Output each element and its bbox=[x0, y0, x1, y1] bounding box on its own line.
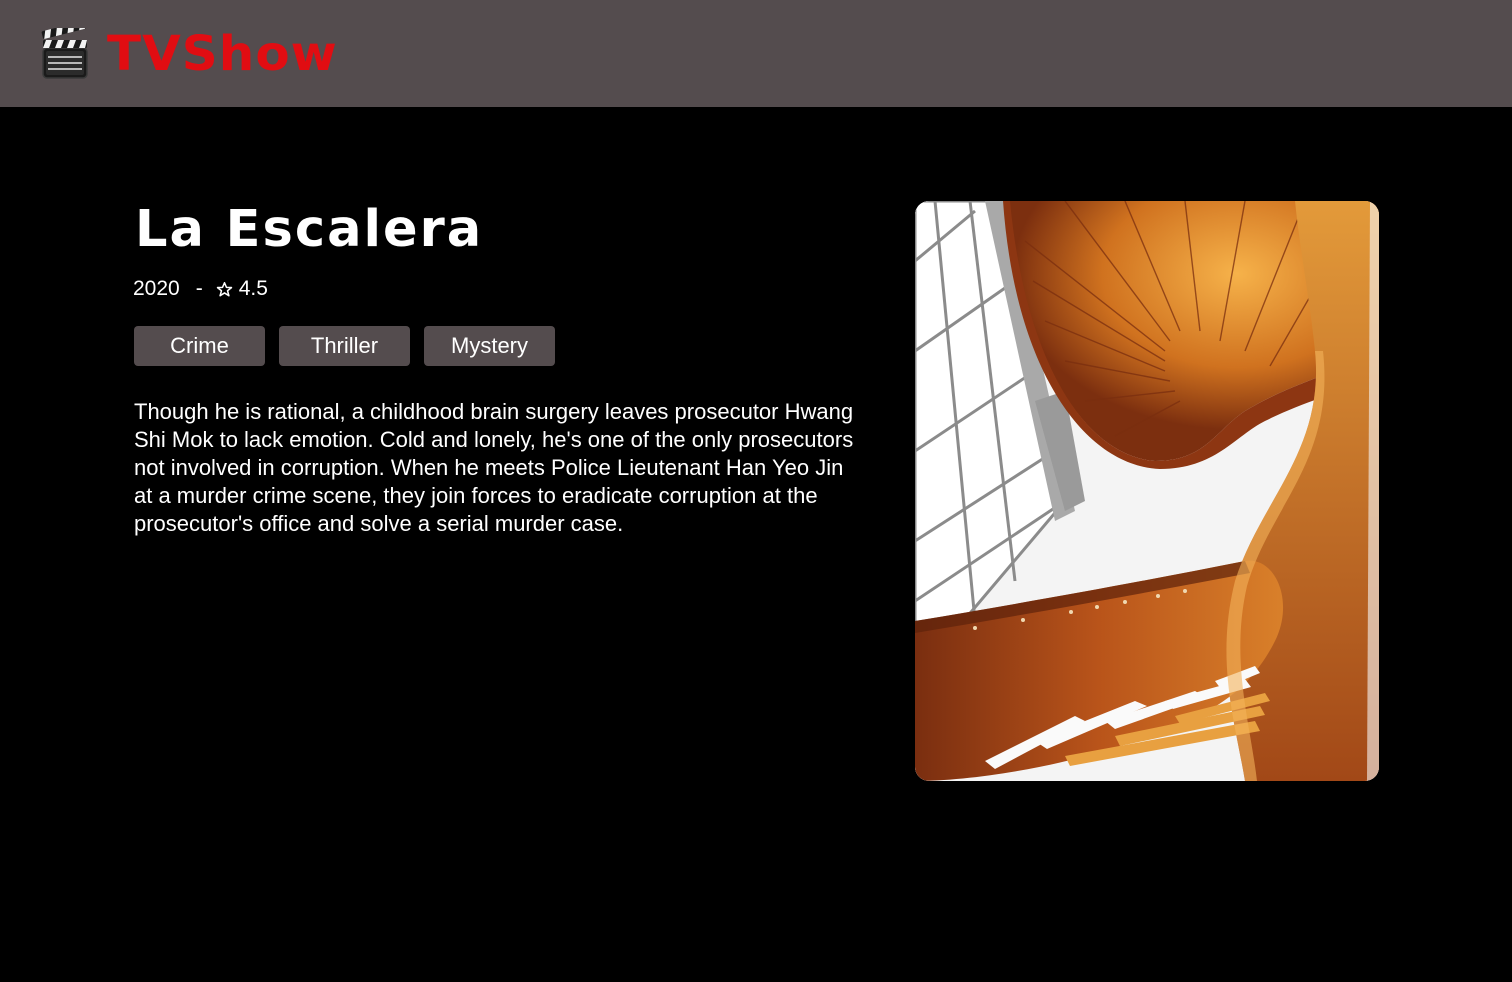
show-details: La Escalera 2020 - 4.5 Crime Thriller My… bbox=[133, 200, 854, 538]
top-header: TVShow bbox=[0, 0, 1512, 107]
release-year: 2020 bbox=[133, 277, 180, 300]
genre-tag-mystery[interactable]: Mystery bbox=[424, 326, 555, 366]
genre-list: Crime Thriller Mystery bbox=[134, 326, 854, 366]
meta-separator: - bbox=[195, 277, 203, 300]
rating-value: 4.5 bbox=[238, 277, 268, 300]
show-poster-image bbox=[915, 201, 1379, 781]
star-icon bbox=[216, 281, 232, 297]
show-meta: 2020 - 4.5 bbox=[133, 276, 854, 302]
show-description: Though he is rational, a childhood brain… bbox=[134, 399, 854, 536]
clapperboard-icon bbox=[41, 27, 88, 79]
app-name: TVShow bbox=[107, 25, 338, 82]
genre-tag-thriller[interactable]: Thriller bbox=[279, 326, 410, 366]
app-root: TVShow La Escalera 2020 - 4.5 Crime Thri… bbox=[0, 0, 1512, 982]
genre-tag-crime[interactable]: Crime bbox=[134, 326, 265, 366]
spiral-staircase-image bbox=[915, 201, 1379, 781]
show-title: La Escalera bbox=[135, 200, 484, 259]
home-logo-link[interactable]: TVShow bbox=[40, 27, 337, 80]
